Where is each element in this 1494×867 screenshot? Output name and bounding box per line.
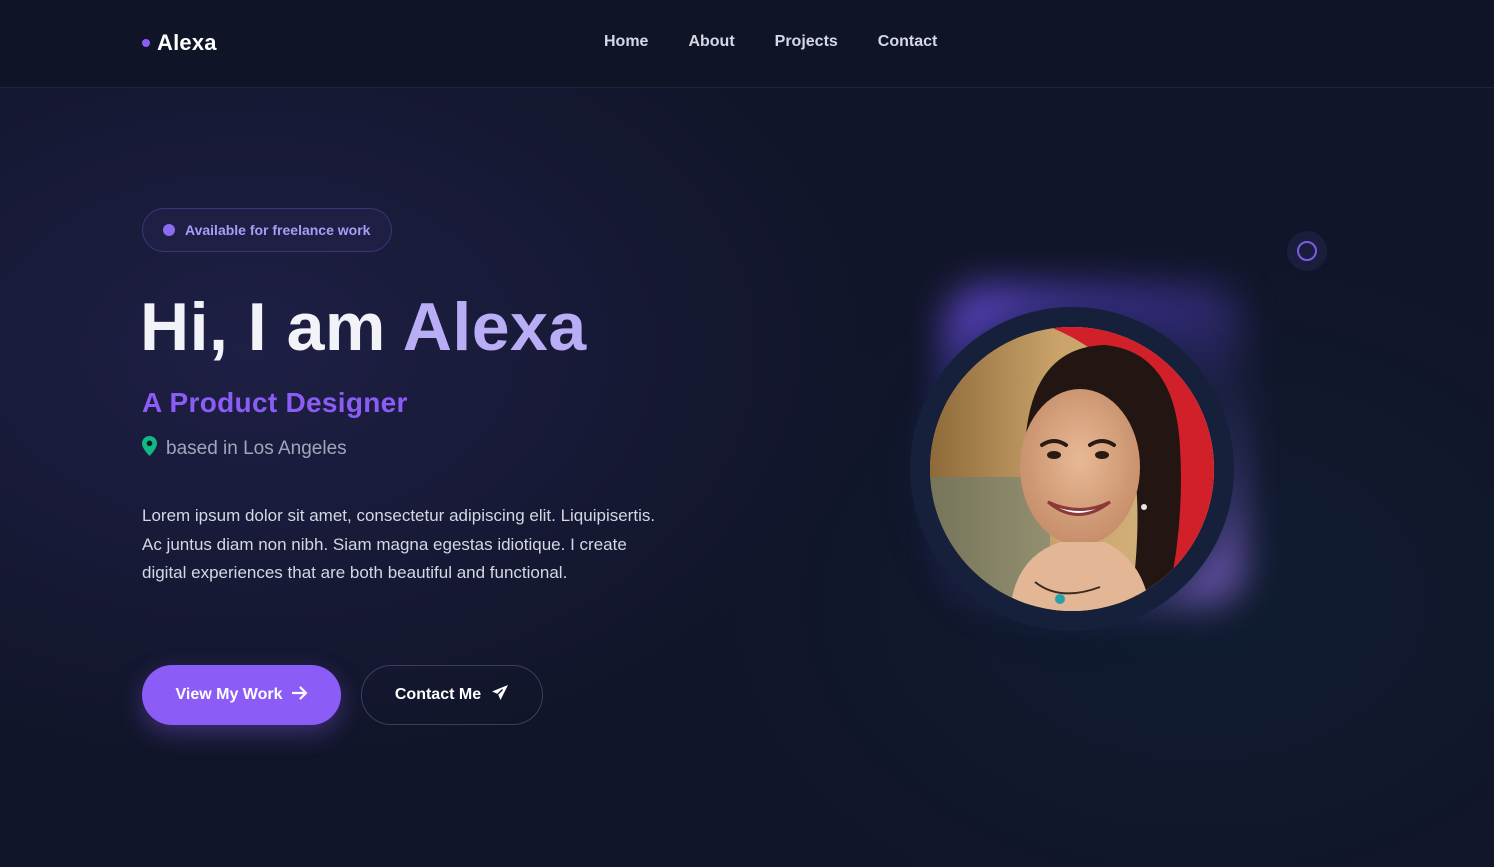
- arrow-right-icon: [291, 685, 308, 705]
- hero-description: Lorem ipsum dolor sit amet, consectetur …: [142, 506, 656, 582]
- map-pin-icon: [142, 436, 157, 461]
- decorative-ring: [1297, 241, 1317, 261]
- profile-photo: [930, 327, 1214, 611]
- nav-about[interactable]: About: [688, 33, 734, 51]
- logo-dot: [142, 39, 150, 47]
- site-header: Alexa Home About Projects Contact: [0, 0, 1494, 88]
- name-text: Alexa: [402, 289, 587, 365]
- nav-home[interactable]: Home: [604, 33, 648, 51]
- availability-badge: Available for freelance work: [142, 208, 392, 252]
- status-dot: [163, 224, 175, 236]
- hero-headline: Hi, I am Alexa: [140, 288, 587, 366]
- view-my-work-button[interactable]: View My Work: [142, 665, 341, 725]
- logo-text: Alexa: [157, 30, 217, 55]
- logo[interactable]: Alexa: [142, 30, 217, 56]
- nav-projects[interactable]: Projects: [775, 33, 838, 51]
- contact-me-label: Contact Me: [394, 686, 482, 703]
- location-text: based in Los Angeles: [166, 437, 347, 459]
- availability-text: Available for freelance work: [185, 222, 371, 238]
- role-title: A Product Designer: [142, 387, 408, 418]
- contact-me-button[interactable]: Contact Me: [361, 665, 543, 725]
- view-my-work-label: View My Work: [175, 686, 283, 703]
- decorative-circle: [1287, 231, 1327, 271]
- location: based in Los Angeles: [142, 436, 347, 461]
- paper-plane-icon: [491, 684, 509, 707]
- greeting-text: Hi, I am: [140, 289, 386, 365]
- nav-contact[interactable]: Contact: [878, 33, 938, 51]
- main-nav: Home About Projects Contact: [604, 33, 937, 51]
